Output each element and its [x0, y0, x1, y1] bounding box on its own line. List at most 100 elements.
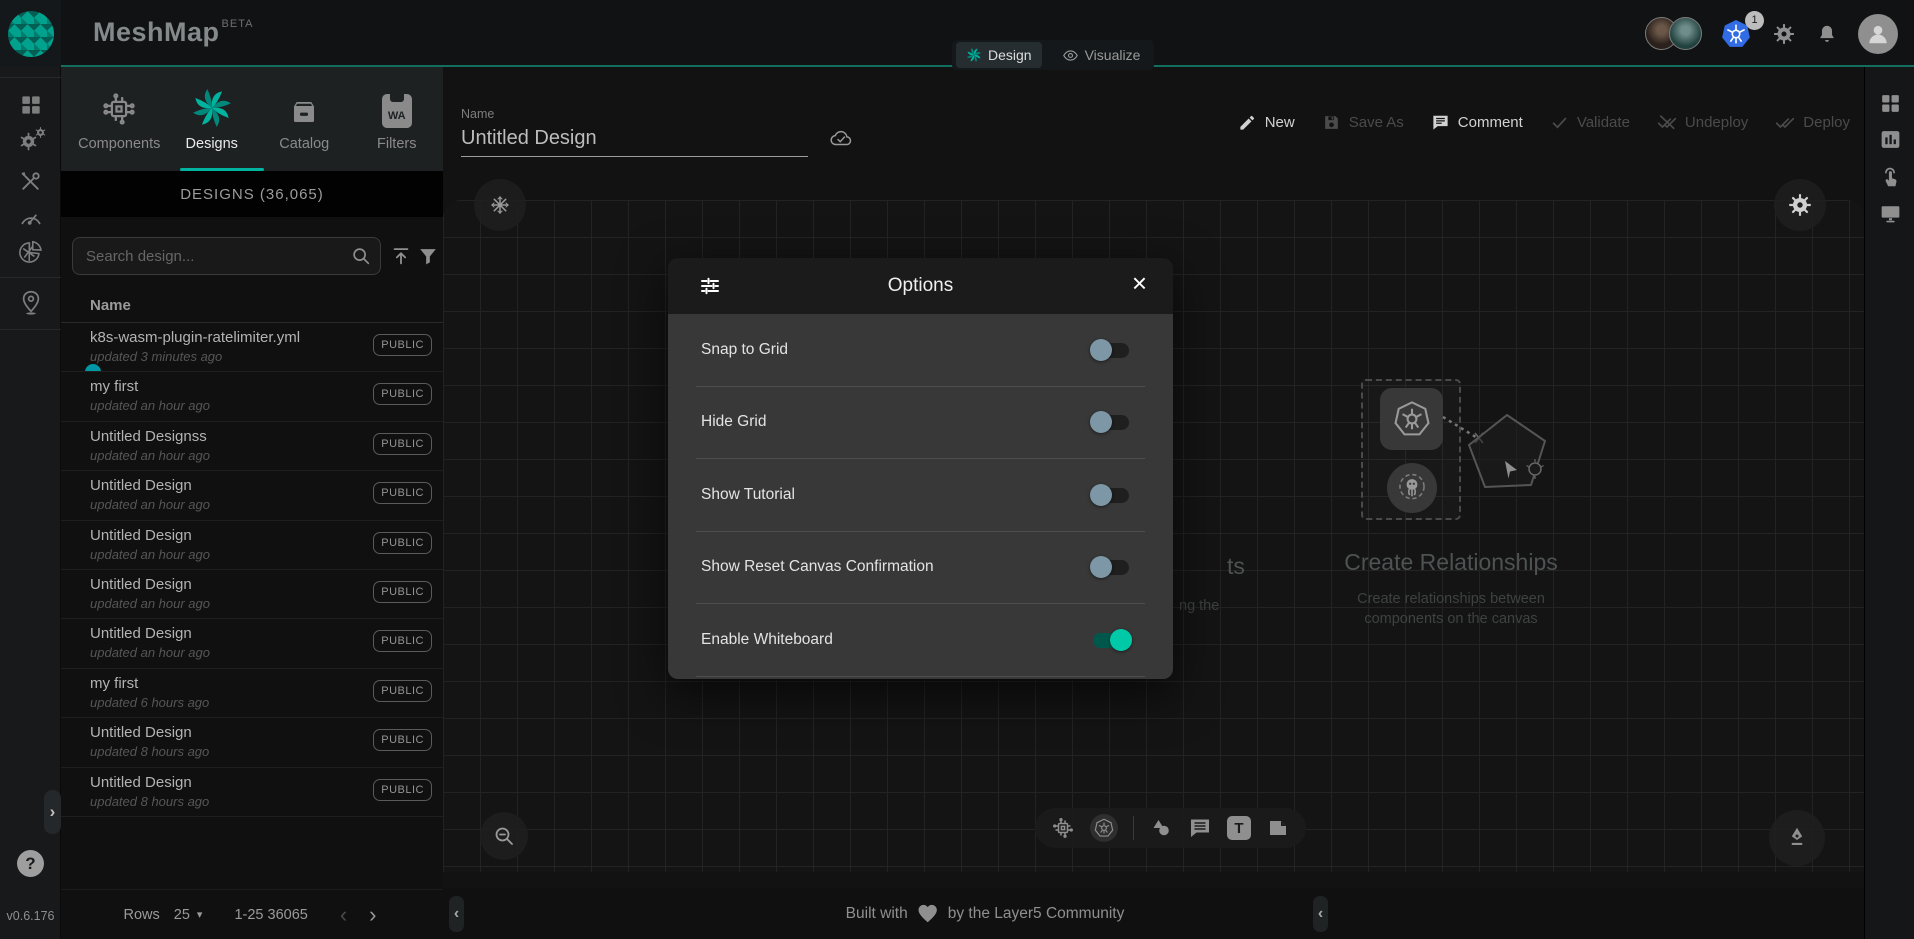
- heart-icon: [917, 903, 939, 925]
- validate-button[interactable]: Validate: [1550, 113, 1630, 132]
- sidebar-item-mesh[interactable]: [0, 239, 61, 266]
- tab-label: Designs: [186, 136, 238, 152]
- option-toggle[interactable]: [1090, 410, 1132, 434]
- options-modal: Options × Snap to Grid Hide Grid Show Tu…: [668, 258, 1173, 679]
- footer-credit: Built with by the Layer5 Community: [846, 888, 1125, 939]
- freeze-layout-button[interactable]: [474, 179, 526, 231]
- tab-design[interactable]: Design: [956, 42, 1042, 68]
- design-list-item[interactable]: Untitled Design updated 8 hours ago PUBL…: [61, 768, 443, 817]
- dashboard-icon: [18, 92, 44, 118]
- name-column-header: Name: [90, 297, 131, 314]
- layer5-logo[interactable]: [0, 0, 61, 67]
- option-toggle[interactable]: [1090, 628, 1132, 652]
- tutorial-text: Create relationships between components …: [1357, 589, 1545, 629]
- text-tool-icon[interactable]: T: [1227, 816, 1251, 840]
- dashboard-icon: [1878, 91, 1903, 116]
- save-as-button[interactable]: Save As: [1322, 113, 1404, 132]
- design-list-item[interactable]: Untitled Design updated an hour ago PUBL…: [61, 619, 443, 668]
- close-icon[interactable]: ×: [1126, 268, 1153, 299]
- help-button[interactable]: ?: [17, 850, 44, 877]
- caret-down-icon: ▾: [197, 908, 203, 921]
- mesh-logo-icon: [8, 11, 54, 57]
- design-updated: updated an hour ago: [90, 547, 210, 562]
- prev-page-button[interactable]: ‹: [336, 905, 351, 925]
- design-list: k8s-wasm-plugin-ratelimiter.yml updated …: [61, 323, 443, 889]
- design-list-item[interactable]: Untitled Design updated an hour ago PUBL…: [61, 570, 443, 619]
- sidebar-item-dashboard[interactable]: [0, 92, 61, 118]
- toggle-knob: [1090, 339, 1112, 361]
- squid-icon: [1395, 471, 1429, 505]
- meshmap-app: MeshMapBETA Design: [0, 0, 1914, 939]
- design-name-input[interactable]: [461, 125, 808, 157]
- floppy-icon: [1322, 113, 1341, 132]
- metrics-button[interactable]: [1865, 127, 1914, 152]
- sidebar-item-meshmap[interactable]: [0, 289, 61, 315]
- option-row: Enable Whiteboard: [696, 604, 1145, 677]
- collaborator-avatars[interactable]: [1645, 17, 1702, 50]
- option-toggle[interactable]: [1090, 483, 1132, 507]
- canvas-dock: T: [1035, 808, 1306, 848]
- design-list-item[interactable]: my first updated 6 hours ago PUBLIC: [61, 669, 443, 718]
- sidebar-item-lifecycle[interactable]: [0, 129, 61, 153]
- tab-label: Filters: [377, 136, 416, 152]
- tab-visualize[interactable]: Visualize: [1052, 42, 1151, 68]
- option-toggle[interactable]: [1090, 555, 1132, 579]
- rows-per-page-select[interactable]: 25 ▾: [174, 907, 203, 923]
- zoom-out-button[interactable]: [480, 812, 528, 860]
- kubernetes-icon[interactable]: [1090, 814, 1118, 842]
- user-avatar[interactable]: [1858, 14, 1898, 54]
- next-page-button[interactable]: ›: [365, 905, 380, 925]
- expand-drawer-chevron[interactable]: ›: [44, 790, 61, 834]
- monitor-icon: [1878, 201, 1903, 226]
- canvas-settings-button[interactable]: [1774, 179, 1826, 231]
- design-list-item[interactable]: Untitled Design updated an hour ago PUBL…: [61, 471, 443, 520]
- top-header: MeshMapBETA Design: [0, 0, 1914, 67]
- filter-funnel-icon[interactable]: [417, 245, 439, 267]
- design-list-item[interactable]: my first updated an hour ago PUBLIC: [61, 372, 443, 421]
- options-modal-header: Options ×: [668, 258, 1173, 314]
- sidebar-item-performance[interactable]: [0, 205, 61, 231]
- components-grid-button[interactable]: [1865, 91, 1914, 116]
- option-toggle[interactable]: [1090, 338, 1132, 362]
- kubernetes-context-icon[interactable]: 1: [1720, 18, 1752, 50]
- collapse-right-chevron[interactable]: ‹: [1313, 896, 1328, 932]
- tab-components[interactable]: Components: [73, 67, 166, 171]
- design-list-item[interactable]: Untitled Design updated an hour ago PUBL…: [61, 521, 443, 570]
- eye-icon: [1062, 47, 1079, 64]
- toggle-knob: [1110, 629, 1132, 651]
- collapse-left-chevron[interactable]: ‹: [449, 896, 464, 932]
- comment-button[interactable]: Comment: [1431, 113, 1523, 132]
- image-tool-icon[interactable]: [1266, 816, 1290, 840]
- interaction-button[interactable]: [1865, 164, 1914, 190]
- option-row: Snap to Grid: [696, 314, 1145, 387]
- visibility-badge: PUBLIC: [373, 729, 432, 751]
- design-name-block: Name: [461, 107, 808, 157]
- search-input[interactable]: [72, 237, 381, 275]
- tutorial-pentagon-node: [1461, 407, 1553, 503]
- tab-catalog[interactable]: Catalog: [258, 67, 351, 171]
- notifications-bell-icon[interactable]: [1816, 23, 1838, 45]
- shapes-icon[interactable]: [1149, 816, 1173, 840]
- design-list-item[interactable]: k8s-wasm-plugin-ratelimiter.yml updated …: [61, 323, 443, 372]
- tab-filters[interactable]: WA Filters: [351, 67, 444, 171]
- component-chip-icon[interactable]: [1051, 816, 1075, 840]
- sidebar-item-toolkit[interactable]: [0, 169, 61, 194]
- design-list-item[interactable]: Untitled Designss updated an hour ago PU…: [61, 422, 443, 471]
- tab-designs[interactable]: Designs: [166, 67, 259, 171]
- new-button[interactable]: New: [1238, 113, 1295, 132]
- design-updated: updated 6 hours ago: [90, 695, 209, 710]
- design-name: Untitled Design: [90, 477, 192, 494]
- display-button[interactable]: [1865, 201, 1914, 226]
- settings-gear-icon[interactable]: [1772, 22, 1796, 46]
- comment-icon: [1431, 113, 1450, 132]
- design-list-item[interactable]: Untitled Design updated 8 hours ago PUBL…: [61, 718, 443, 767]
- import-design-icon[interactable]: [390, 245, 412, 267]
- deploy-button[interactable]: Deploy: [1775, 112, 1850, 132]
- collaborator-avatar[interactable]: [1669, 17, 1702, 50]
- performance-gauge-icon: [18, 205, 44, 231]
- comment-icon[interactable]: [1188, 816, 1212, 840]
- canvas-toolbar: New Save As Comment Validate Undeploy De…: [1238, 112, 1850, 132]
- whiteboard-pen-button[interactable]: [1769, 810, 1825, 866]
- search-icon: [350, 245, 372, 267]
- undeploy-button[interactable]: Undeploy: [1657, 112, 1748, 132]
